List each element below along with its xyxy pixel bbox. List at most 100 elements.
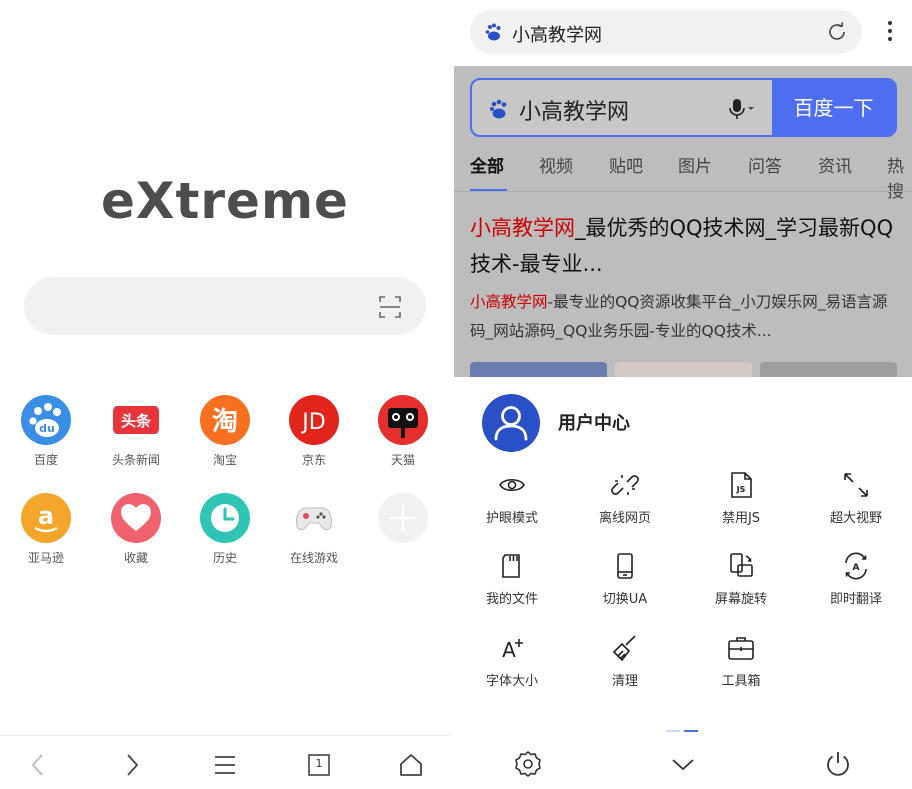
tab-hot[interactable]: 热搜 — [887, 152, 912, 202]
js-file-icon: JS — [731, 472, 752, 498]
svg-text:淘: 淘 — [212, 407, 238, 437]
microphone-icon[interactable] — [727, 97, 757, 121]
menu-disable-js[interactable]: JS 禁用JS — [683, 470, 799, 526]
quick-link-label: 京东 — [301, 453, 326, 467]
quick-link-add[interactable] — [358, 493, 448, 543]
reload-icon[interactable] — [826, 21, 848, 43]
gamepad-icon — [289, 493, 339, 543]
url-bar[interactable]: 小高教学网 — [470, 10, 862, 54]
page-indicator — [666, 717, 702, 736]
svg-text:A: A — [853, 563, 860, 573]
menu-clean[interactable]: 清理 — [567, 633, 683, 689]
tabs-button[interactable]: 1 — [304, 750, 334, 780]
sd-card-icon — [502, 554, 520, 578]
tab-tieba[interactable]: 贴吧 — [609, 152, 643, 177]
font-size-icon: A — [502, 638, 523, 662]
tab-video[interactable]: 视频 — [539, 152, 573, 177]
power-icon[interactable] — [823, 749, 853, 779]
tmall-icon — [378, 395, 428, 445]
menu-eye-mode[interactable]: 护眼模式 — [454, 470, 570, 526]
bottom-navigation: 1 — [0, 735, 450, 789]
user-icon — [494, 406, 528, 441]
chevron-down-icon[interactable] — [668, 749, 698, 779]
quick-link-jd[interactable]: JD 京东 — [269, 395, 359, 468]
result-snippet: 小高教学网-最专业的QQ资源收集平台_小刀娱乐网_易语言源码_网站源码_QQ业务… — [470, 293, 888, 340]
more-vertical-icon[interactable] — [882, 18, 898, 46]
baidu-search-box[interactable]: 小高教学网 百度一下 — [470, 78, 897, 137]
menu-instant-translate[interactable]: A 即时翻译 — [798, 551, 912, 607]
thumbnail[interactable] — [760, 362, 897, 377]
menu-toolbox[interactable]: 工具箱 — [683, 633, 799, 689]
baidu-icon: du — [21, 395, 71, 445]
rotate-screen-icon — [730, 553, 753, 577]
home-panel: eXtreme du 百度 头条 头条新闻 淘 淘宝 JD 京东 天猫 a 亚马… — [0, 0, 450, 789]
menu-bottom-bar — [454, 735, 912, 789]
user-center-label[interactable]: 用户中心 — [558, 409, 630, 435]
menu-switch-ua[interactable]: 切换UA — [567, 551, 683, 607]
clock-icon — [200, 493, 250, 543]
menu-icon[interactable] — [210, 750, 240, 780]
forward-icon[interactable] — [117, 750, 147, 780]
url-title: 小高教学网 — [512, 25, 602, 46]
svg-text:A: A — [502, 638, 516, 662]
home-icon[interactable] — [396, 750, 426, 780]
tab-news[interactable]: 资讯 — [818, 152, 852, 177]
settings-icon[interactable] — [513, 749, 543, 779]
thumbnail[interactable] — [615, 362, 752, 377]
toutiao-icon: 头条 — [111, 395, 161, 445]
baidu-search-button[interactable]: 百度一下 — [772, 80, 895, 135]
result-title[interactable]: 小高教学网_最优秀的QQ技术网_学习最新QQ技术-最专业... — [470, 210, 900, 282]
menu-screen-rotate[interactable]: 屏幕旋转 — [683, 551, 799, 607]
eye-icon — [499, 478, 525, 492]
divider — [454, 191, 912, 192]
broom-icon — [612, 635, 636, 662]
menu-my-files[interactable]: 我的文件 — [454, 551, 570, 607]
browser-panel: 小高教学网 小高教学网 百度一下 全部 视频 贴吧 图片 问答 资讯 热搜 小高… — [454, 0, 912, 789]
thumbnail[interactable] — [470, 362, 607, 377]
menu-offline-page[interactable]: 离线网页 — [567, 470, 683, 526]
menu-wide-view[interactable]: 超大视野 — [798, 470, 912, 526]
quick-link-label: 在线游戏 — [289, 551, 338, 565]
quick-link-taobao[interactable]: 淘 淘宝 — [180, 395, 270, 468]
back-icon[interactable] — [23, 750, 53, 780]
svg-text:du: du — [39, 422, 55, 435]
quick-link-history[interactable]: 历史 — [180, 493, 270, 566]
tab-all[interactable]: 全部 — [470, 152, 504, 177]
link-broken-icon — [611, 475, 639, 495]
baidu-paw-icon — [490, 99, 507, 119]
baidu-tabs: 全部 视频 贴吧 图片 问答 资讯 热搜 — [470, 152, 912, 202]
svg-text:JS: JS — [736, 485, 746, 494]
add-icon — [378, 493, 428, 543]
app-logo: eXtreme — [101, 172, 349, 230]
tab-images[interactable]: 图片 — [678, 152, 712, 177]
tab-count: 1 — [315, 757, 323, 770]
quick-link-label: 亚马逊 — [27, 551, 64, 565]
quick-link-amazon[interactable]: a 亚马逊 — [1, 493, 91, 566]
quick-link-label: 百度 — [33, 453, 58, 467]
home-search-bar[interactable] — [24, 277, 426, 335]
home-search-input[interactable] — [46, 277, 366, 335]
quick-link-baidu[interactable]: du 百度 — [1, 395, 91, 468]
scan-icon[interactable] — [378, 295, 402, 319]
menu-panel: 用户中心 护眼模式 离线网页 JS 禁用JS 超大视野 我的文件 切换UA 屏幕… — [454, 377, 912, 735]
quick-link-label: 头条新闻 — [111, 453, 160, 467]
menu-font-size[interactable]: A 字体大小 — [454, 633, 570, 689]
quick-link-tmall[interactable]: 天猫 — [358, 395, 448, 468]
result-thumbnails — [470, 362, 900, 377]
taobao-icon: 淘 — [200, 395, 250, 445]
quick-link-label: 淘宝 — [212, 453, 237, 467]
page-dot[interactable] — [666, 730, 680, 732]
expand-icon — [844, 473, 868, 497]
quick-link-label: 收藏 — [123, 551, 148, 565]
phone-icon — [617, 553, 633, 579]
quick-link-favorites[interactable]: 收藏 — [91, 493, 181, 566]
quick-link-toutiao[interactable]: 头条 头条新闻 — [91, 395, 181, 468]
quick-link-label: 天猫 — [390, 453, 415, 467]
quick-link-games[interactable]: 在线游戏 — [269, 493, 359, 566]
toolbox-icon — [728, 637, 754, 660]
svg-text:a: a — [38, 502, 54, 530]
page-dot-active[interactable] — [684, 730, 698, 732]
avatar[interactable] — [482, 394, 540, 452]
tab-qa[interactable]: 问答 — [748, 152, 782, 177]
amazon-icon: a — [21, 493, 71, 543]
